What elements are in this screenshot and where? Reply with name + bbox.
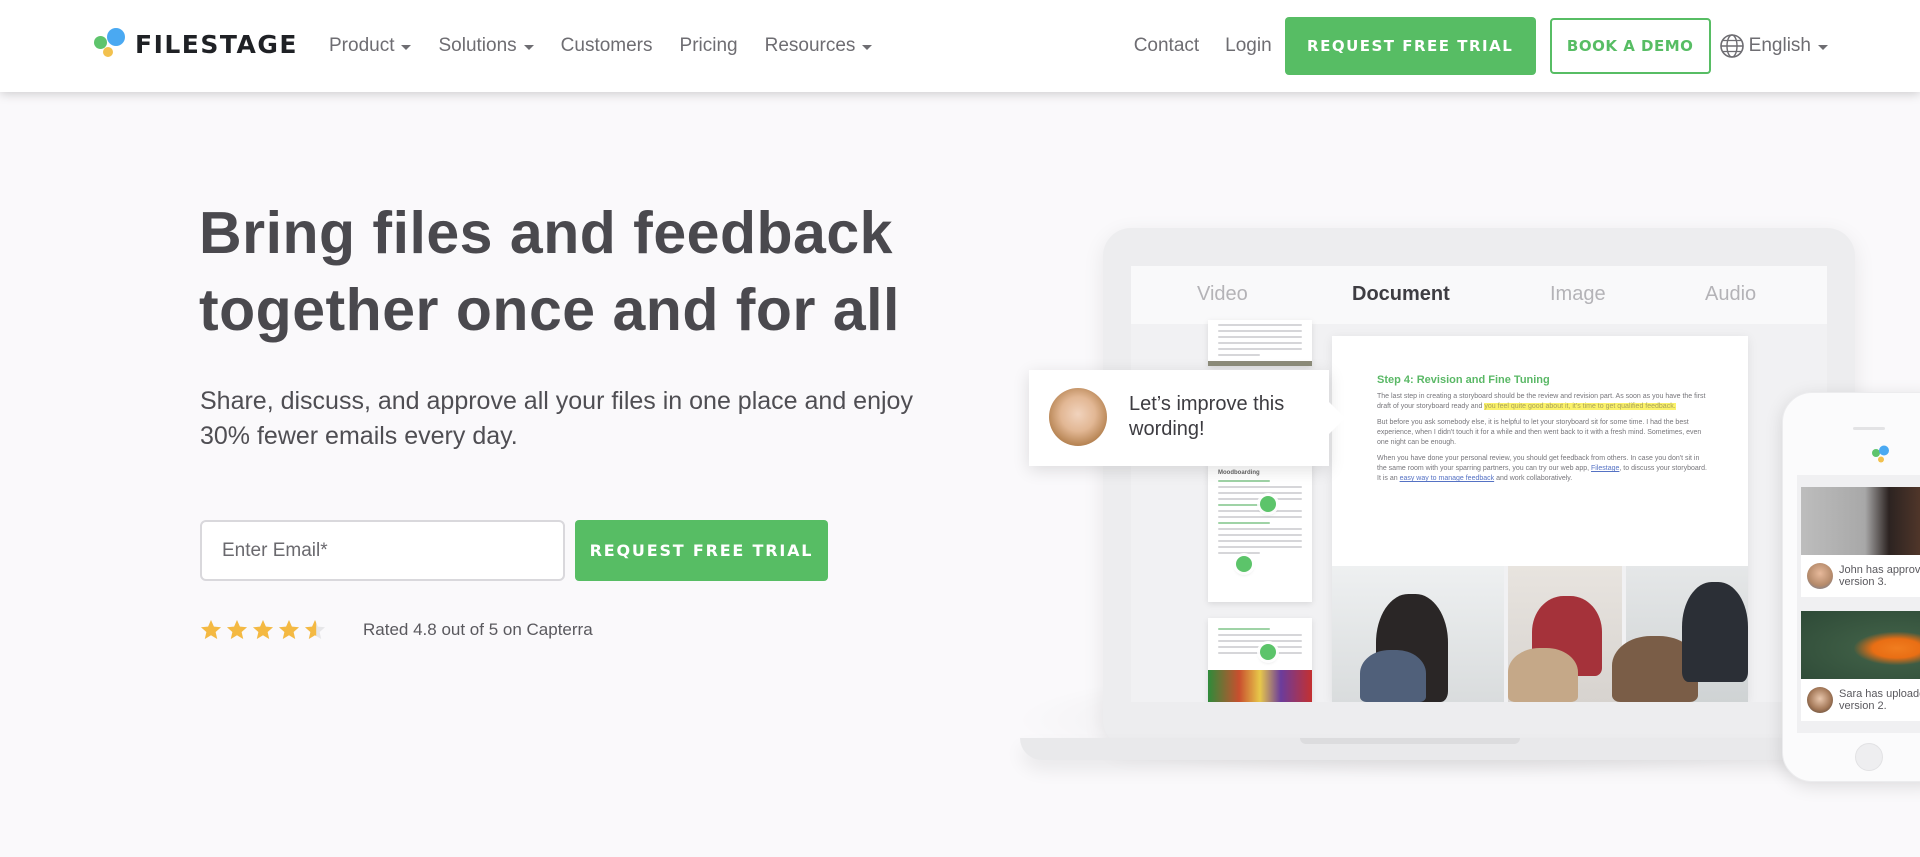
nav-item-product[interactable]: Product [329, 35, 412, 57]
request-trial-hero-button[interactable]: REQUEST FREE TRIAL [575, 520, 828, 581]
doc-text: and work collaboratively. [1494, 475, 1573, 482]
language-label: English [1748, 35, 1811, 56]
nav-right: Contact Login REQUEST FREE TRIAL BOOK A … [1134, 0, 1828, 92]
page-thumbnail[interactable]: Moodboarding [1208, 462, 1312, 602]
request-trial-nav-button[interactable]: REQUEST FREE TRIAL [1284, 17, 1536, 75]
main-nav: Product Solutions Customers Pricing Reso… [329, 0, 899, 92]
laptop-screen: Video Document Image Audio Moodboarding … [1131, 266, 1827, 702]
hero-subheadline: Share, discuss, and approve all your fil… [200, 387, 913, 450]
filestage-logo-icon [1872, 445, 1889, 463]
logo-dots-icon [93, 26, 133, 62]
email-input[interactable] [200, 520, 565, 581]
headline-line-1: Bring files and feedback [199, 200, 893, 266]
language-selector[interactable]: English [1719, 33, 1828, 59]
nav-item-resources[interactable]: Resources [765, 35, 873, 57]
tab-video[interactable]: Video [1197, 283, 1248, 306]
rating-text: Rated 4.8 out of 5 on Capterra [363, 620, 593, 639]
colored-pencils-image [1208, 670, 1312, 702]
top-navbar: FILESTAGE Product Solutions Customers Pr… [0, 0, 1920, 92]
chevron-down-icon [401, 44, 412, 50]
star-icon [227, 620, 247, 639]
tab-audio[interactable]: Audio [1705, 283, 1756, 306]
document-page: Step 4: Revision and Fine Tuning The las… [1332, 336, 1748, 702]
star-icon [279, 620, 299, 639]
chevron-down-icon [1818, 44, 1828, 50]
chevron-down-icon [862, 44, 873, 50]
filestage-link[interactable]: Filestage [1591, 465, 1619, 472]
star-icon [305, 620, 325, 639]
chevron-down-icon [523, 44, 534, 50]
star-icon [253, 620, 273, 639]
hero-headline: Bring files and feedback together once a… [199, 195, 900, 349]
reviewer-avatar [1049, 388, 1107, 446]
comment-bubble[interactable]: Let’s improve this wording! [1029, 370, 1345, 466]
capterra-rating: Rated 4.8 out of 5 on Capterra [199, 618, 593, 642]
nav-item-solutions[interactable]: Solutions [438, 35, 534, 57]
thumb-title: Moodboarding [1218, 470, 1260, 476]
nav-item-customers[interactable]: Customers [561, 35, 653, 57]
star-icon [201, 620, 221, 639]
nav-item-pricing[interactable]: Pricing [680, 35, 738, 57]
activity-text: John has approved version 3. [1839, 564, 1920, 588]
feedback-link[interactable]: easy way to manage feedback [1400, 475, 1495, 482]
highlighted-text[interactable]: you feel quite good about it, it's time … [1484, 403, 1676, 410]
star-rating [199, 618, 329, 642]
activity-image [1801, 611, 1920, 679]
headline-line-2: together once and for all [199, 277, 900, 343]
john-avatar [1807, 563, 1833, 589]
laptop-notch [1300, 738, 1520, 744]
sara-avatar [1807, 687, 1833, 713]
logo-text: FILESTAGE [135, 29, 298, 59]
login-link[interactable]: Login [1225, 35, 1272, 57]
phone-screen: John has approved version 3. Sara has up… [1797, 475, 1920, 733]
activity-card[interactable]: John has approved version 3. [1801, 487, 1920, 597]
activity-image [1801, 487, 1920, 555]
phone-speaker [1853, 427, 1885, 430]
phone-home-button [1855, 743, 1883, 771]
book-demo-button[interactable]: BOOK A DEMO [1549, 18, 1711, 74]
nav-item-label: Solutions [438, 35, 517, 56]
nav-item-label: Resources [764, 35, 856, 56]
comment-pin-icon[interactable] [1236, 556, 1252, 572]
nav-item-label: Pricing [679, 35, 738, 56]
globe-icon [1719, 34, 1744, 58]
phone-mockup: John has approved version 3. Sara has up… [1782, 392, 1920, 782]
nav-item-label: Customers [560, 35, 653, 56]
contact-link[interactable]: Contact [1134, 35, 1199, 57]
document-body: The last step in creating a storyboard s… [1377, 392, 1707, 490]
tab-image[interactable]: Image [1550, 283, 1606, 306]
document-heading: Step 4: Revision and Fine Tuning [1377, 374, 1550, 386]
comment-pin-icon[interactable] [1260, 496, 1276, 512]
tab-document[interactable]: Document [1352, 283, 1450, 306]
filestage-logo[interactable]: FILESTAGE [93, 26, 298, 62]
nav-item-label: Product [329, 35, 395, 56]
page-thumbnail[interactable] [1208, 320, 1312, 366]
doc-text: But before you ask somebody else, it is … [1377, 419, 1702, 446]
comment-pin-icon[interactable] [1260, 644, 1276, 660]
team-meeting-photo [1332, 566, 1748, 702]
activity-card[interactable]: Sara has uploaded version 2. [1801, 611, 1920, 721]
comment-text: Let’s improve this wording! [1129, 393, 1285, 440]
file-type-tabs: Video Document Image Audio [1131, 266, 1827, 324]
activity-text: Sara has uploaded version 2. [1839, 688, 1920, 712]
page-thumbnail[interactable] [1208, 618, 1312, 702]
